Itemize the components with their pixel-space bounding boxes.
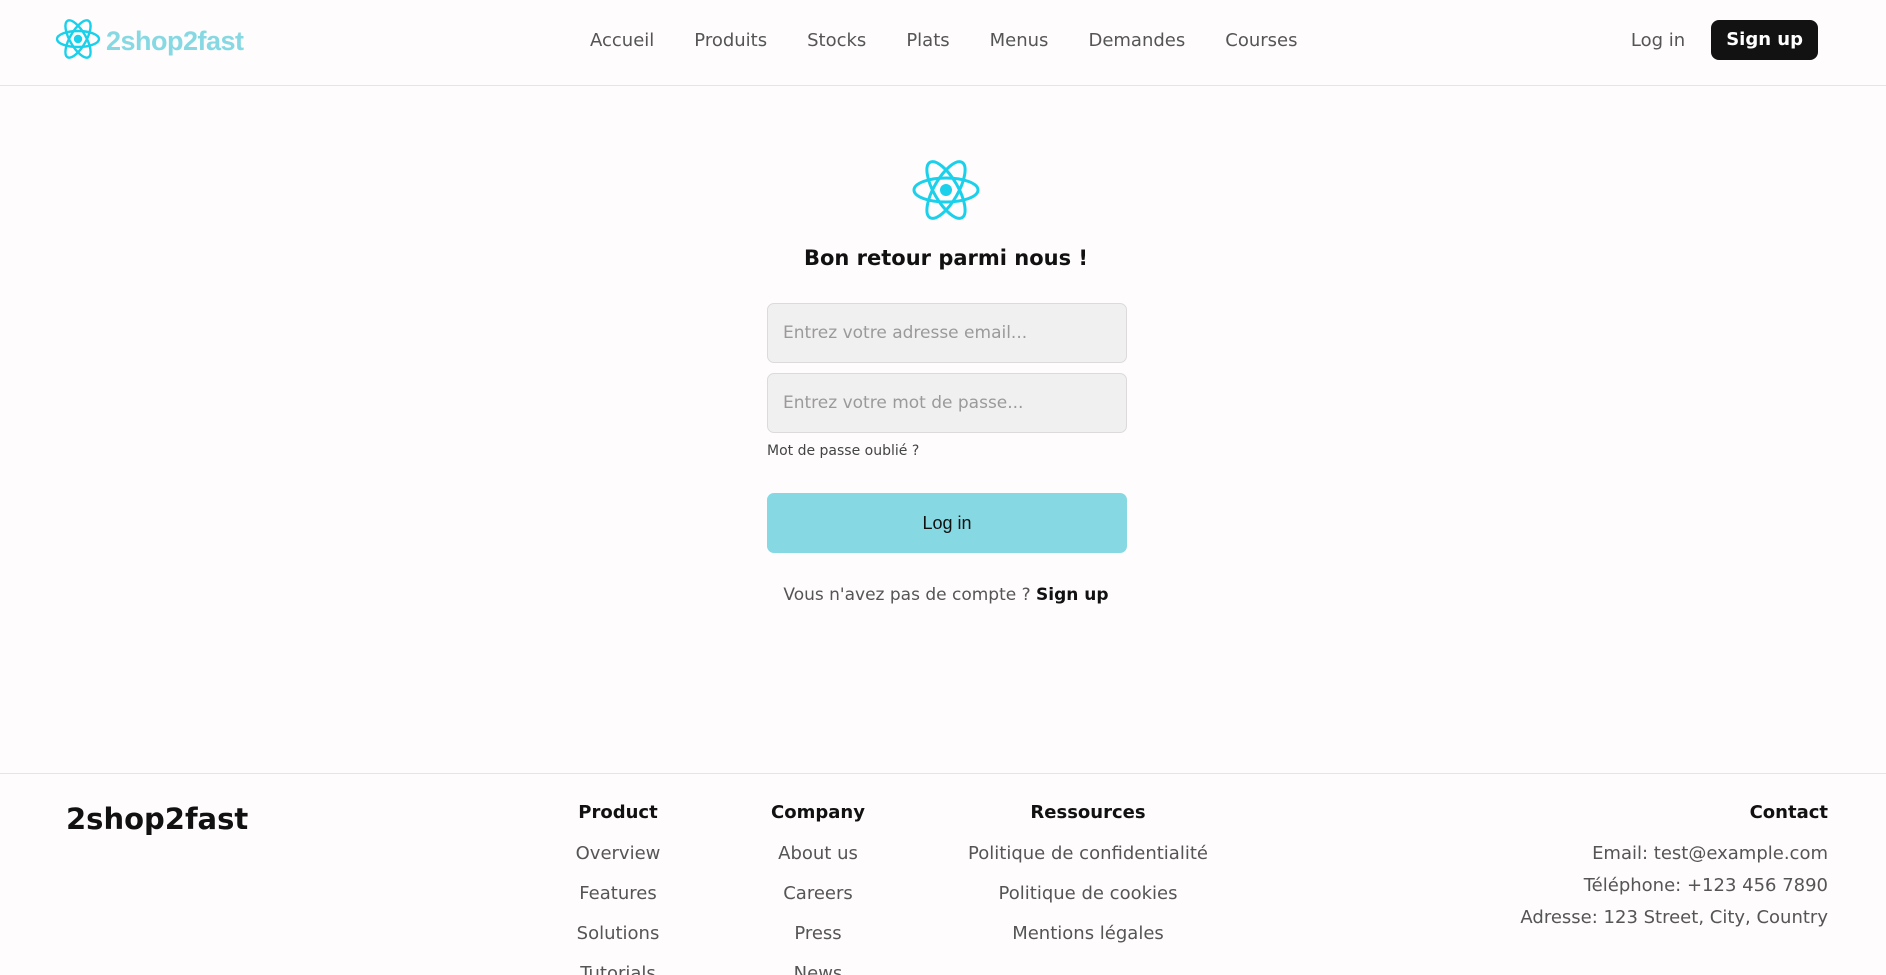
no-account-text: Vous n'avez pas de compte ?: [783, 585, 1031, 605]
email-field[interactable]: [767, 303, 1127, 363]
brand-name: 2shop2fast: [106, 25, 244, 56]
top-navbar: 2shop2fast Accueil Produits Stocks Plats…: [0, 0, 1886, 86]
footer-column-company: Company About us Careers Press News: [758, 802, 878, 975]
auth-actions: Log in Sign up: [1621, 20, 1818, 60]
nav-item-courses[interactable]: Courses: [1205, 22, 1317, 59]
header-signup-button[interactable]: Sign up: [1711, 20, 1818, 60]
main-nav: Accueil Produits Stocks Plats Menus Dema…: [570, 22, 1317, 58]
footer: 2shop2fast Product Overview Features Sol…: [0, 773, 1886, 975]
header-login-button[interactable]: Log in: [1621, 22, 1695, 59]
nav-item-stocks[interactable]: Stocks: [787, 22, 886, 59]
nav-item-demandes[interactable]: Demandes: [1068, 22, 1205, 59]
footer-link-overview[interactable]: Overview: [558, 843, 678, 883]
footer-link-tutorials[interactable]: Tutorials: [558, 963, 678, 975]
footer-column-ressources: Ressources Politique de confidentialité …: [968, 802, 1208, 963]
footer-link-solutions[interactable]: Solutions: [558, 923, 678, 963]
nav-item-accueil[interactable]: Accueil: [570, 22, 674, 59]
signup-link[interactable]: Sign up: [1036, 585, 1109, 605]
forgot-password-link[interactable]: Mot de passe oublié ?: [767, 443, 919, 459]
nav-item-menus[interactable]: Menus: [970, 22, 1069, 59]
footer-link-careers[interactable]: Careers: [758, 883, 878, 923]
footer-heading-product: Product: [578, 802, 658, 823]
footer-link-press[interactable]: Press: [758, 923, 878, 963]
atom-icon: [54, 16, 102, 66]
footer-brand: 2shop2fast: [66, 802, 249, 836]
footer-link-about-us[interactable]: About us: [758, 843, 878, 883]
login-submit-label: Log in: [922, 512, 972, 533]
footer-heading-ressources: Ressources: [1030, 802, 1146, 823]
contact-phone: Téléphone: +123 456 7890: [1583, 875, 1828, 896]
contact-email: Email: test@example.com: [1592, 843, 1828, 864]
footer-link-news[interactable]: News: [758, 963, 878, 975]
footer-column-product: Product Overview Features Solutions Tuto…: [558, 802, 678, 975]
footer-heading-contact: Contact: [1749, 802, 1828, 823]
footer-link-legal-notice[interactable]: Mentions légales: [968, 923, 1208, 963]
footer-heading-company: Company: [771, 802, 865, 823]
login-submit-button[interactable]: Log in: [767, 493, 1127, 553]
brand-logo-link[interactable]: 2shop2fast: [54, 18, 244, 64]
footer-column-contact: Contact Email: test@example.com Téléphon…: [1520, 802, 1828, 939]
footer-link-features[interactable]: Features: [558, 883, 678, 923]
footer-link-privacy-policy[interactable]: Politique de confidentialité: [968, 843, 1208, 883]
atom-icon: [910, 156, 982, 224]
nav-item-plats[interactable]: Plats: [886, 22, 969, 59]
nav-item-produits[interactable]: Produits: [674, 22, 787, 59]
signup-prompt: Vous n'avez pas de compte ? Sign up: [0, 585, 1886, 605]
welcome-heading: Bon retour parmi nous !: [803, 246, 1089, 270]
password-field[interactable]: [767, 373, 1127, 433]
footer-link-cookie-policy[interactable]: Politique de cookies: [968, 883, 1208, 923]
contact-address: Adresse: 123 Street, City, Country: [1520, 907, 1828, 928]
